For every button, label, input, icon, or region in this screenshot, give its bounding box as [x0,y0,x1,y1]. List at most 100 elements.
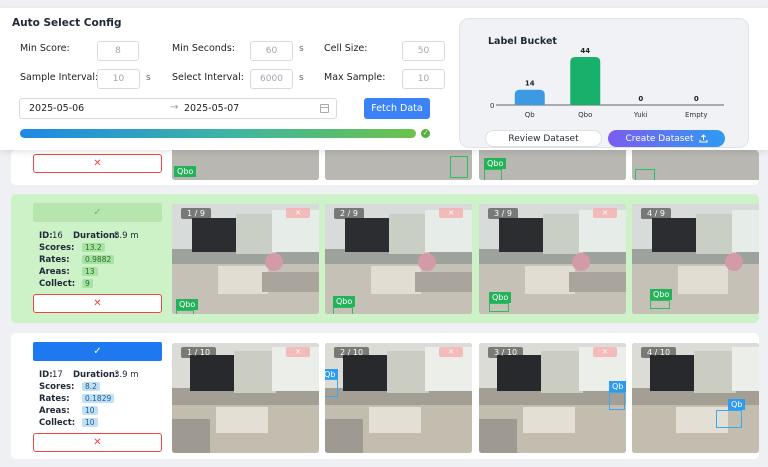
remove-image-button[interactable]: ✕ [286,208,310,218]
bounding-box [489,303,509,312]
select-interval-input[interactable]: 6000 [250,69,293,89]
bounding-box [325,379,338,397]
fetch-data-button[interactable]: Fetch Data [364,98,430,119]
close-icon: ✕ [93,298,102,309]
label-bucket-panel: Label Bucket 0 14 Qb 44 Qbo 0 Yuki 0 Empty Revie… [459,18,749,148]
close-icon: ✕ [295,348,301,356]
bounding-box [609,392,625,410]
thumbnail[interactable]: 2 / 9 ✕ Qbo [325,204,472,314]
sample-interval-input[interactable]: 10 [97,69,140,89]
thumbnail[interactable] [325,150,472,180]
thumbnail[interactable]: Qbo [172,150,319,180]
thumbnail[interactable]: 2 / 10 ✕ Qb [325,343,472,453]
image-counter: 1 / 9 [181,208,211,219]
image-counter: 3 / 9 [488,208,518,219]
bounding-box [650,300,670,309]
sample-interval-unit: s [146,73,151,83]
thumbnail[interactable]: Qbo [479,150,626,180]
date-start[interactable]: 2025-05-06 [29,103,84,114]
image-counter: 4 / 9 [641,208,671,219]
cell-size-input[interactable]: 50 [402,41,445,61]
thumbnail[interactable]: 1 / 10 ✕ [172,343,319,453]
delete-button[interactable]: ✕ [33,154,162,173]
remove-image-button[interactable]: ✕ [439,347,463,357]
min-seconds-label: Min Seconds: [172,43,235,54]
close-icon: ✕ [448,209,454,217]
label-tag: Qb [728,399,746,410]
label-tag: Qbo [333,296,356,307]
arrow-right-icon: → [170,102,179,113]
check-icon: ✓ [93,346,102,357]
min-score-label: Min Score: [20,43,70,54]
category-label: Qbo [578,111,592,119]
thumbnail[interactable]: 4 / 10 Qb [632,343,759,453]
label-tag: Qbo [176,299,199,310]
areas-value: 10 [82,406,98,415]
check-circle-icon: ✓ [421,129,430,138]
result-card-previous: ✕ Qbo Qbo [11,150,759,185]
max-sample-input[interactable]: 10 [402,69,445,89]
date-end[interactable]: 2025-05-07 [184,103,239,114]
bounding-box [716,410,742,428]
scores-value: 13.2 [82,243,105,252]
config-title: Auto Select Config [12,17,122,29]
select-toggle-button[interactable]: ✓ [33,342,162,361]
select-toggle-button[interactable]: ✓ [33,203,162,222]
category-label: Empty [685,111,708,119]
top-band [0,0,768,8]
thumbnail[interactable]: 4 / 9 Qbo [632,204,759,314]
label-bucket-chart: 0 14 Qb 44 Qbo 0 Yuki 0 Empty [490,47,724,119]
select-interval-unit: s [299,73,304,83]
remove-image-button[interactable]: ✕ [593,347,617,357]
close-icon: ✕ [295,209,301,217]
select-interval-label: Select Interval: [172,72,244,83]
delete-button[interactable]: ✕ [33,433,162,452]
category-label: Yuki [633,111,648,119]
close-icon: ✕ [602,348,608,356]
label-tag: Qbo [489,292,512,303]
rates-value: 0.9882 [82,255,115,264]
scores-value: 8.2 [82,382,100,391]
bar-qbo [570,57,601,105]
bar-qb [514,89,545,105]
image-counter: 4 / 10 [641,347,677,358]
cell-size-label: Cell Size: [324,43,368,54]
min-seconds-input[interactable]: 60 [250,41,293,61]
thumbnail[interactable]: 1 / 9 ✕ Qbo [172,204,319,314]
sample-interval-label: Sample Interval: [20,72,99,83]
rates-value: 0.1829 [82,394,115,403]
min-seconds-unit: s [299,44,304,54]
remove-image-button[interactable]: ✕ [286,347,310,357]
thumbnail[interactable] [632,150,759,180]
close-icon: ✕ [448,348,454,356]
close-icon: ✕ [602,209,608,217]
upload-icon [699,134,707,143]
delete-button[interactable]: ✕ [33,294,162,313]
create-dataset-button[interactable]: Create Dataset [608,130,725,147]
bounding-box [176,310,194,314]
thumbnail[interactable]: 3 / 9 ✕ Qbo [479,204,626,314]
close-icon: ✕ [93,437,102,448]
image-counter: 2 / 10 [334,347,370,358]
remove-image-button[interactable]: ✕ [439,208,463,218]
bounding-box [450,156,468,178]
date-range-picker[interactable]: 2025-05-06 → 2025-05-07 [19,98,337,119]
config-panel: Auto Select Config Min Score: 8 Min Seco… [0,8,768,150]
remove-image-button[interactable]: ✕ [593,208,617,218]
min-score-input[interactable]: 8 [97,41,139,61]
bounding-box [333,307,353,314]
areas-value: 13 [82,267,98,276]
label-tag: Qbo [174,166,197,177]
progress-bar [20,129,416,138]
thumbnail[interactable]: 3 / 10 ✕ Qb [479,343,626,453]
review-dataset-button[interactable]: Review Dataset [485,130,602,147]
calendar-icon [320,104,329,113]
y-tick-label: 0 [490,102,494,110]
bar-value-label: 0 [638,95,643,103]
result-card[interactable]: ✓ ID: 16 Duration: 8.9 m Scores: 13.2 Ra… [11,194,759,323]
card-stats: ID: 16 Duration: 8.9 m Scores: 13.2 Rate… [39,231,139,289]
bounding-box [635,169,655,180]
result-card[interactable]: ✓ ID: 17 Duration: 3.9 m Scores: 8.2 Rat… [11,333,759,459]
category-label: Qb [525,111,536,119]
bar-value-label: 44 [580,47,590,55]
